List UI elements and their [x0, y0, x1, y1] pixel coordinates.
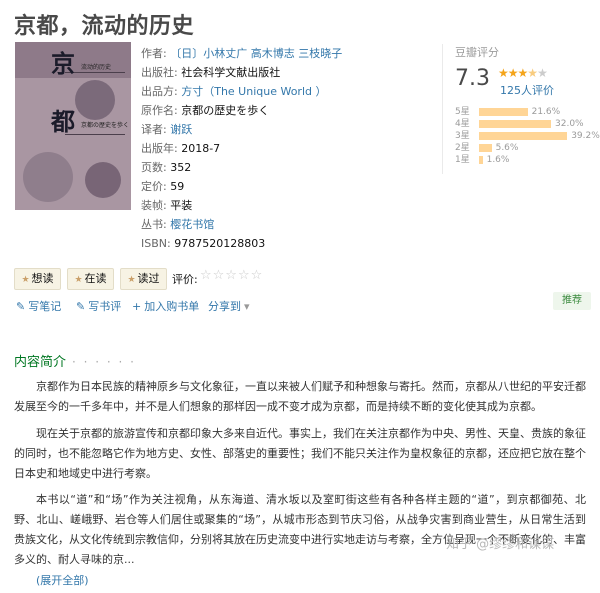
info-value[interactable]: 谢跃 [170, 123, 192, 136]
expand-all-link[interactable]: (展开全部) [36, 572, 89, 588]
star-icon: ★ [507, 66, 519, 80]
info-row: 译者: 谢跃 [141, 120, 431, 139]
info-value: 平装 [170, 199, 193, 212]
rating-row: 3星 39.2% [455, 130, 600, 142]
star-icon: ★ [517, 66, 529, 80]
info-value[interactable]: 〔日〕小林丈广 高木博志 三枝晓子 [170, 47, 342, 60]
cover-char: 都 [51, 107, 75, 136]
rating-row: 5星 21.6% [455, 106, 560, 118]
intro-paragraph: 本书以“道”和“场”作为关注视角，从东海道、清水坂以及室町街这些有各种各样主题的… [14, 493, 586, 566]
cover-char: 京 [51, 49, 75, 78]
info-row: 装帧: 平装 [141, 196, 431, 215]
info-value: 2018-7 [181, 142, 221, 155]
rating-label: 豆瓣评分 [455, 46, 499, 59]
add-to-cart-link[interactable]: + 加入购书单 [132, 298, 199, 314]
info-row: 丛书: 樱花书馆 [141, 215, 431, 234]
rating-row-label: 2星 [455, 143, 470, 153]
rating-row: 2星 5.6% [455, 142, 518, 154]
star-icon: ★ [498, 66, 509, 80]
cover-decoration [23, 152, 73, 202]
rating-row: 4星 32.0% [455, 118, 584, 130]
star-icon: ★ [127, 275, 136, 285]
pencil-icon: ✎ [76, 300, 86, 313]
info-value[interactable]: 方寸（The Unique World ） [181, 85, 326, 98]
rating-bar [479, 108, 528, 116]
info-row: 作者: 〔日〕小林丈广 高木博志 三枝晓子 [141, 44, 431, 63]
rating-percent: 32.0% [555, 119, 584, 129]
rating-percent: 1.6% [486, 155, 510, 165]
star-icon: ★ [21, 275, 30, 285]
info-row: 页数: 352 [141, 158, 431, 177]
info-row: 定价: 59 [141, 177, 431, 196]
rating-bar [479, 156, 483, 164]
rating-row-label: 1星 [455, 155, 470, 165]
info-label: 原作名: [141, 104, 178, 117]
info-value[interactable]: 樱花书馆 [170, 218, 214, 231]
plus-icon: + [132, 300, 142, 313]
rating-count-link[interactable]: 125人评价 [500, 82, 554, 98]
watermark: 知乎 @缪缪和谋谋 [446, 537, 555, 552]
info-row: ISBN: 9787520128803 [141, 234, 431, 253]
intro-paragraph: 现在关于京都的旅游宣传和京都印象大多来自近代。事实上，我们在关注京都作为中央、男… [14, 427, 586, 480]
info-value: 59 [170, 180, 185, 193]
rating-row-label: 4星 [455, 119, 470, 129]
rating-panel: 豆瓣评分 7.3 ★★★★★ 125人评价 5星 21.6% 4星 32.0% 3星 39… [442, 44, 600, 174]
info-row: 出版年: 2018-7 [141, 139, 431, 158]
info-row: 出版社: 社会科学文献出版社 [141, 63, 431, 82]
info-label: ISBN: [141, 237, 171, 250]
recommend-button[interactable]: 推荐 [553, 292, 591, 310]
chevron-down-icon: ▾ [244, 300, 250, 313]
want-to-read-button[interactable]: ★ 想读 [14, 268, 61, 290]
rate-stars-input[interactable]: ☆☆☆☆☆ [200, 268, 263, 283]
book-info: 作者: 〔日〕小林丈广 高木博志 三枝晓子 出版社: 社会科学文献出版社 出品方: … [141, 44, 431, 253]
rating-percent: 5.6% [495, 143, 519, 153]
cover-subtitle: 流动的历史 [81, 64, 112, 71]
book-title: 京都，流动的历史 [14, 14, 195, 39]
write-review-link[interactable]: ✎ 写书评 [76, 298, 121, 314]
info-label: 装帧: [141, 199, 167, 212]
intro-paragraph: 京都作为日本民族的精神原乡与文化象征，一直以来被人们赋予和种想象与寄托。然而，京… [14, 380, 586, 413]
reading-button[interactable]: ★ 在读 [67, 268, 114, 290]
info-label: 出版年: [141, 142, 178, 155]
info-value: 352 [170, 161, 192, 174]
rating-stars: ★★★★★ [498, 66, 548, 80]
rating-row-label: 5星 [455, 107, 470, 117]
info-row: 原作名: 京都の歴史を歩く [141, 101, 431, 120]
rating-percent: 21.6% [531, 107, 561, 117]
info-label: 页数: [141, 161, 167, 174]
star-icon: ★ [537, 66, 548, 80]
rating-row: 1星 1.6% [455, 154, 509, 166]
book-cover[interactable]: 京 都 流动的历史 京都の歴史を歩く [15, 42, 131, 210]
star-icon: ★ [527, 66, 538, 80]
info-value: 9787520128803 [174, 237, 266, 250]
info-value: 社会科学文献出版社 [181, 66, 281, 79]
rating-bar [479, 144, 492, 152]
share-dropdown[interactable]: 分享到 ▾ [208, 298, 250, 314]
rating-bar [479, 120, 551, 128]
write-note-link[interactable]: ✎ 写笔记 [16, 298, 61, 314]
rating-percent: 39.2% [571, 131, 600, 141]
read-button[interactable]: ★ 读过 [120, 268, 167, 290]
info-label: 作者: [141, 47, 167, 60]
cover-decoration [75, 80, 115, 120]
rate-label: 评价: [172, 273, 198, 286]
info-value: 京都の歴史を歩く [181, 104, 270, 117]
info-label: 丛书: [141, 218, 167, 231]
rating-score: 7.3 [455, 66, 490, 91]
info-row: 出品方: 方寸（The Unique World ） [141, 82, 431, 101]
info-label: 出版社: [141, 66, 178, 79]
pencil-icon: ✎ [16, 300, 26, 313]
rating-row-label: 3星 [455, 131, 470, 141]
info-label: 定价: [141, 180, 167, 193]
cover-decoration [85, 162, 121, 198]
star-icon: ★ [74, 275, 83, 285]
rating-bar [479, 132, 568, 140]
cover-subtitle: 京都の歴史を歩く [81, 122, 130, 129]
intro-heading: 内容简介 · · · · · · [14, 355, 136, 370]
info-label: 译者: [141, 123, 167, 136]
info-label: 出品方: [141, 85, 178, 98]
